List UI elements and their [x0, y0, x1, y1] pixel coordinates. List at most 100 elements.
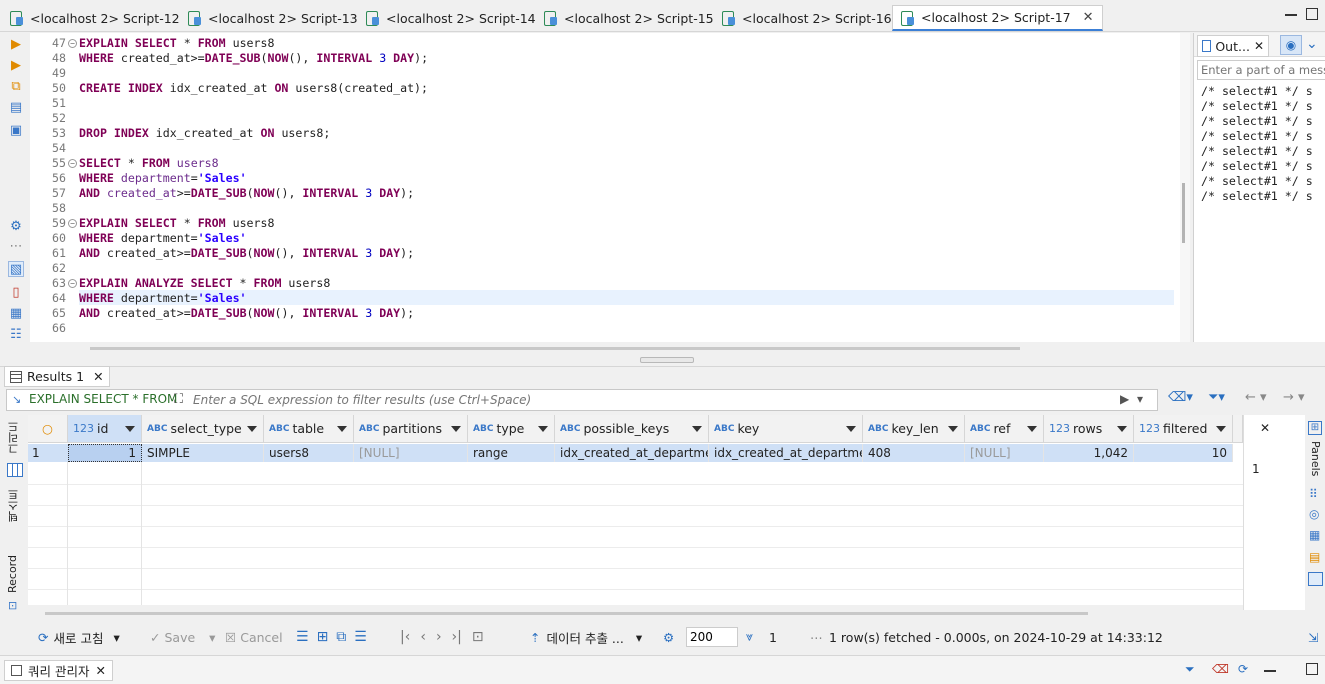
fetch-all-icon[interactable]: ⊡	[472, 629, 484, 645]
new-file-icon[interactable]: ▯	[8, 285, 24, 301]
refresh-icon[interactable]: ⟳	[1238, 662, 1248, 676]
execute-statement-icon[interactable]: ▶	[8, 37, 24, 53]
cell-id[interactable]: 1	[68, 444, 142, 462]
refresh-button[interactable]: ⟳ 새로 고침 ▾	[38, 623, 120, 651]
column-header-rows[interactable]: 123 rows	[1044, 415, 1134, 443]
column-header-ref[interactable]: ABC ref	[965, 415, 1044, 443]
text-view-button[interactable]: 텍스트	[6, 489, 24, 522]
close-icon[interactable]: ✕	[1254, 39, 1264, 53]
sort-icon[interactable]	[1117, 426, 1127, 432]
fold-toggle-icon[interactable]: −	[68, 159, 77, 168]
last-page-icon[interactable]: ›|	[452, 629, 462, 645]
tab-script-13[interactable]: <localhost 2> Script-13	[180, 6, 366, 30]
close-icon[interactable]: ✕	[1260, 421, 1270, 435]
execute-in-new-tab-icon[interactable]: ▶	[8, 58, 24, 74]
save-button[interactable]: ✓ Save ▾	[150, 623, 215, 651]
metadata-icon[interactable]: ◎	[1309, 507, 1319, 521]
minimize-icon[interactable]	[1264, 670, 1276, 672]
eraser-icon[interactable]: ⌫▾	[1168, 390, 1193, 405]
cell-ref[interactable]: [NULL]	[965, 444, 1044, 462]
sort-icon[interactable]	[451, 426, 461, 432]
sql-editor[interactable]: 47 − EXPLAIN SELECT * FROM users8 48 WHE…	[30, 33, 1185, 342]
panel-toggle-icon[interactable]: ⇲	[1308, 623, 1318, 651]
add-row-icon[interactable]: ⊞	[317, 629, 329, 645]
output-filter-input[interactable]	[1197, 60, 1325, 80]
column-header-table[interactable]: ABC table	[264, 415, 354, 443]
tab-script-17[interactable]: <localhost 2> Script-17 ✕	[892, 5, 1103, 31]
column-header-possible-keys[interactable]: ABC possible_keys	[555, 415, 709, 443]
chevron-down-icon[interactable]: ▾	[209, 630, 215, 645]
back-arrow-icon[interactable]: ← ▾	[1245, 390, 1267, 405]
result-grid[interactable]: ○ 123 id ABC select_type ABC table ABC parti…	[28, 415, 1243, 605]
cell-filtered[interactable]: 10	[1134, 444, 1233, 462]
tab-output[interactable]: Out... ✕	[1197, 35, 1269, 57]
chart-icon[interactable]: ▤	[1309, 550, 1320, 564]
eraser-icon[interactable]: ⌫	[1212, 662, 1229, 676]
cancel-button[interactable]: ☒ Cancel	[225, 623, 283, 651]
terminal-icon[interactable]: ▣	[8, 123, 24, 139]
close-icon[interactable]: ✕	[95, 663, 105, 678]
result-filter-input[interactable]	[193, 391, 1113, 409]
cell-possible-keys[interactable]: idx_created_at_department	[555, 444, 709, 462]
cell-type[interactable]: range	[468, 444, 555, 462]
grouping-icon[interactable]: ⠿	[1309, 487, 1318, 501]
sort-icon[interactable]	[1027, 426, 1037, 432]
panels-label[interactable]: Panels	[1309, 441, 1322, 476]
minimize-icon[interactable]	[1285, 14, 1297, 16]
cell-select-type[interactable]: SIMPLE	[142, 444, 264, 462]
more-icon[interactable]: ⋯	[8, 239, 24, 255]
fold-toggle-icon[interactable]: −	[68, 39, 77, 48]
filter-icon[interactable]: ⏷▾	[1208, 390, 1225, 405]
column-header-key[interactable]: ABC key	[709, 415, 863, 443]
chevron-down-icon[interactable]: ⌄	[1306, 36, 1322, 54]
sort-icon[interactable]	[538, 426, 548, 432]
expand-icon[interactable]: ⛶	[174, 392, 183, 407]
next-page-icon[interactable]: ›	[436, 629, 442, 645]
row-number[interactable]: 1	[28, 444, 68, 462]
record-view-button[interactable]: Record	[6, 555, 24, 593]
tab-script-14[interactable]: <localhost 2> Script-14	[358, 6, 544, 30]
tab-results-1[interactable]: Results 1 ✕	[4, 366, 110, 387]
prev-page-icon[interactable]: ‹	[420, 629, 426, 645]
sort-icon[interactable]	[125, 426, 135, 432]
sort-icon[interactable]	[948, 426, 958, 432]
outline-icon[interactable]: ☷	[8, 327, 24, 343]
editor-horizontal-scrollbar[interactable]	[90, 347, 1020, 350]
cell-key-len[interactable]: 408	[863, 444, 965, 462]
chevron-down-icon[interactable]: ▾	[636, 630, 642, 645]
open-file-icon[interactable]: ▧	[8, 261, 24, 277]
explain-plan-icon[interactable]: ▤	[8, 100, 24, 116]
filter-icon[interactable]: ⏷	[1185, 662, 1195, 677]
cell-key[interactable]: idx_created_at_department	[709, 444, 863, 462]
fetch-size-input[interactable]	[686, 627, 738, 647]
cell-partitions[interactable]: [NULL]	[354, 444, 468, 462]
tab-script-15[interactable]: <localhost 2> Script-15	[536, 6, 722, 30]
sort-icon[interactable]	[692, 426, 702, 432]
row-header-corner[interactable]: ○	[28, 415, 68, 443]
column-header-key-len[interactable]: ABC key_len	[863, 415, 965, 443]
grid-horizontal-scrollbar[interactable]	[45, 612, 1088, 615]
apply-filter-icon[interactable]: ▶	[1120, 392, 1129, 406]
tab-query-manager[interactable]: 쿼리 관리자 ✕	[4, 660, 113, 681]
editor-scroll-thumb[interactable]	[1182, 183, 1185, 243]
close-icon[interactable]: ✕	[1083, 10, 1094, 25]
value-viewer-icon[interactable]	[1308, 572, 1323, 586]
sort-icon[interactable]	[1216, 426, 1226, 432]
fold-toggle-icon[interactable]: −	[68, 219, 77, 228]
sort-icon[interactable]	[337, 426, 347, 432]
panels-icon[interactable]: ⊞	[1308, 421, 1322, 435]
column-header-type[interactable]: ABC type	[468, 415, 555, 443]
close-icon[interactable]: ✕	[93, 369, 103, 384]
more-icon[interactable]: ⋯	[810, 623, 823, 651]
edit-row-icon[interactable]: ☰	[296, 629, 309, 645]
maximize-icon[interactable]	[1306, 663, 1318, 675]
copy-row-icon[interactable]: ⧉	[336, 629, 346, 645]
column-header-overflow[interactable]	[1233, 415, 1243, 443]
delete-row-icon[interactable]: ☰	[354, 629, 367, 645]
first-page-icon[interactable]: |‹	[400, 629, 410, 645]
sort-icon[interactable]	[846, 426, 856, 432]
eye-icon[interactable]: ◉	[1280, 35, 1302, 55]
cell-rows[interactable]: 1,042	[1044, 444, 1134, 462]
column-header-id[interactable]: 123 id	[68, 415, 142, 443]
column-header-filtered[interactable]: 123 filtered	[1134, 415, 1233, 443]
